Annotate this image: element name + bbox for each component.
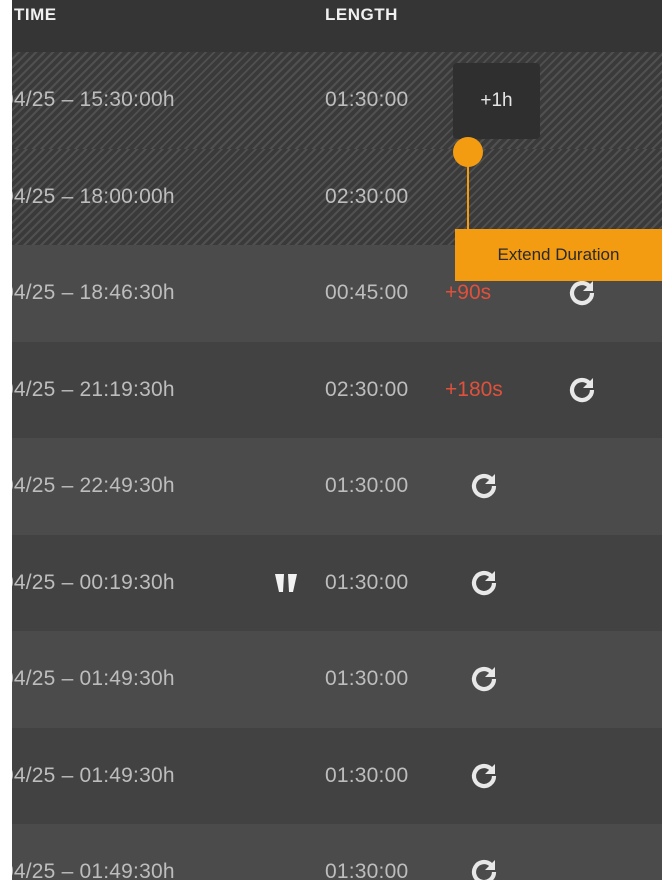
row-time: 04/25 – 01:49:30h [2, 860, 175, 880]
table-row[interactable]: 04/25 – 01:49:30h 01:30:00 [2, 727, 662, 824]
row-length: 02:30:00 [325, 184, 409, 208]
table-row[interactable]: 04/25 – 21:19:30h 02:30:00 +180s [2, 341, 662, 438]
length-column-header: LENGTH [325, 5, 398, 24]
refresh-icon[interactable] [470, 762, 498, 790]
row-time: 04/25 – 21:19:30h [2, 377, 175, 401]
panel-edge [0, 0, 12, 880]
row-time: 04/25 – 22:49:30h [2, 474, 175, 498]
row-length: 01:30:00 [325, 570, 409, 594]
table-row[interactable]: 04/25 – 01:49:30h 01:30:00 [2, 824, 662, 880]
callout-marker [453, 137, 483, 167]
row-time: 04/25 – 00:19:30h [2, 570, 175, 594]
row-length: 01:30:00 [325, 474, 409, 498]
refresh-icon[interactable] [470, 858, 498, 880]
refresh-icon[interactable] [568, 279, 596, 307]
table-row[interactable]: 04/25 – 22:49:30h 01:30:00 [2, 438, 662, 535]
row-time: 04/25 – 18:46:30h [2, 281, 175, 305]
row-length: 01:30:00 [325, 860, 409, 880]
extend-duration-tooltip: Extend Duration [455, 229, 662, 281]
table-row[interactable]: 04/25 – 00:19:30h 01:30:00 [2, 534, 662, 631]
added-time-badge: +90s [445, 281, 492, 305]
refresh-icon[interactable] [470, 472, 498, 500]
pause-icon [274, 573, 298, 593]
schedule-panel: TIME LENGTH 04/25 – 15:30:00h 01:30:00 +… [0, 0, 662, 880]
refresh-icon[interactable] [470, 665, 498, 693]
row-length: 01:30:00 [325, 667, 409, 691]
time-column-header: TIME [14, 5, 57, 24]
schedule-table: 04/25 – 15:30:00h 01:30:00 +1h 04/25 – 1… [2, 52, 662, 880]
row-length: 01:30:00 [325, 88, 409, 112]
table-row[interactable]: 04/25 – 01:49:30h 01:30:00 [2, 631, 662, 728]
added-time-badge: +180s [445, 377, 503, 401]
row-time: 04/25 – 01:49:30h [2, 667, 175, 691]
row-length: 00:45:00 [325, 281, 409, 305]
row-time: 04/25 – 15:30:00h [2, 88, 175, 112]
extend-one-hour-button[interactable]: +1h [453, 63, 540, 139]
row-length: 02:30:00 [325, 377, 409, 401]
refresh-icon[interactable] [470, 569, 498, 597]
row-length: 01:30:00 [325, 763, 409, 787]
callout-connector [467, 160, 469, 232]
row-time: 04/25 – 01:49:30h [2, 763, 175, 787]
refresh-icon[interactable] [568, 376, 596, 404]
table-header: TIME LENGTH [12, 0, 662, 52]
row-time: 04/25 – 18:00:00h [2, 184, 175, 208]
table-row[interactable]: 04/25 – 15:30:00h 01:30:00 +1h [2, 52, 662, 149]
